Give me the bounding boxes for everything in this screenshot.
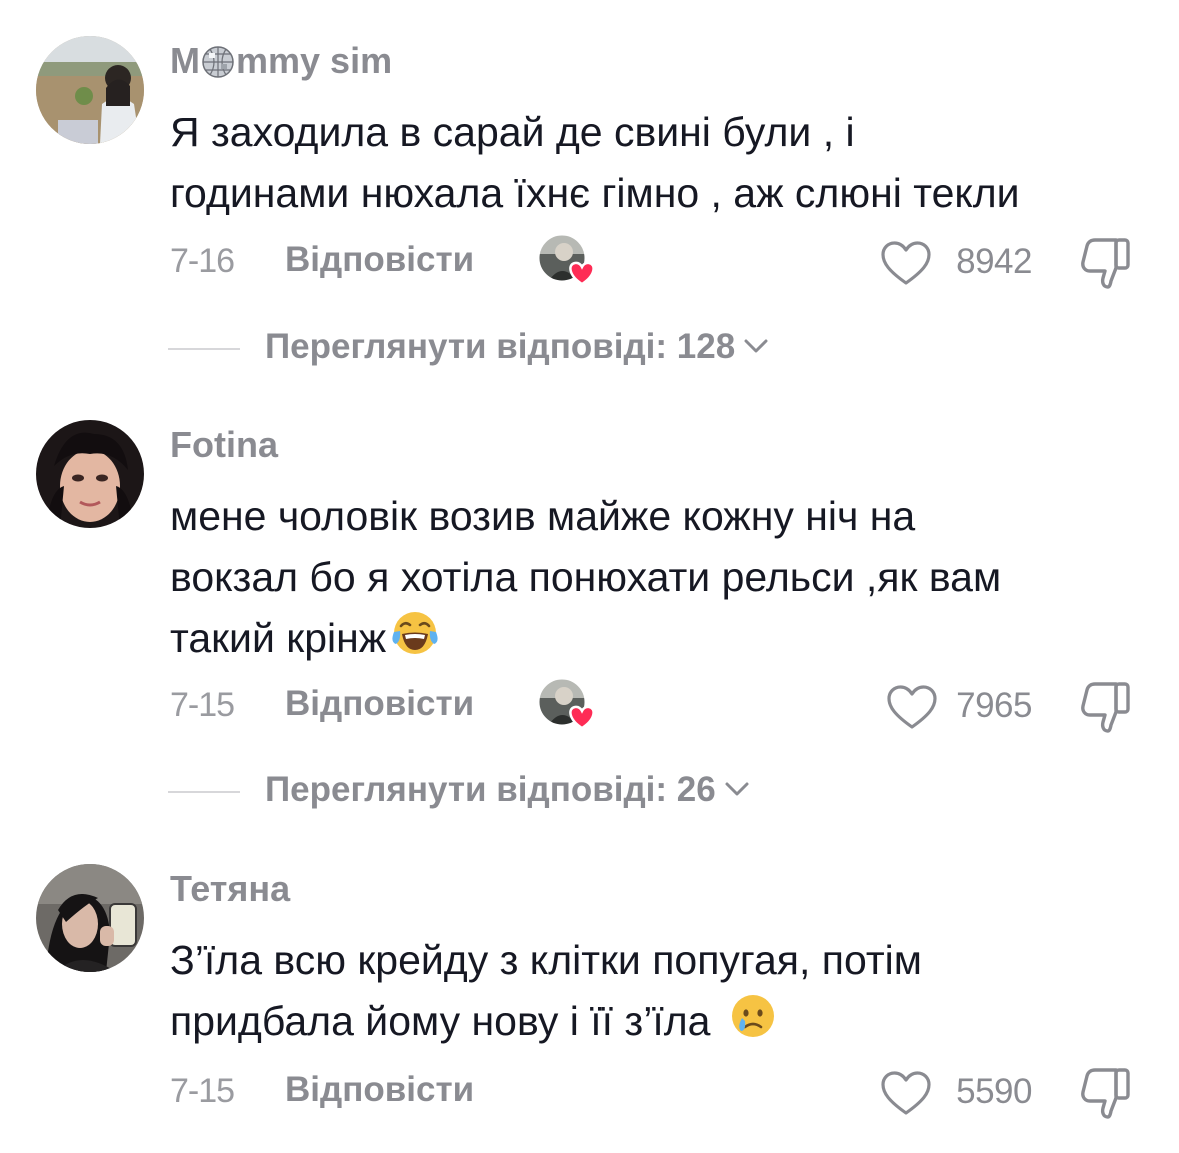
- thumbs-down-icon[interactable]: [1078, 1066, 1134, 1120]
- replies-divider: [168, 348, 240, 350]
- comment-line: такий крінж: [170, 608, 1150, 669]
- reply-button[interactable]: Відповісти: [285, 1070, 474, 1110]
- like-button[interactable]: 7965: [880, 682, 1036, 732]
- username-text: Fotina: [170, 424, 278, 465]
- comment-text: Я заходила в сарай де свині були , і год…: [170, 102, 1150, 224]
- avatar[interactable]: [36, 36, 144, 144]
- comment-date: 7-15: [170, 686, 235, 724]
- crying-face-icon: [732, 995, 775, 1037]
- thumbs-down-icon[interactable]: [1078, 236, 1134, 290]
- username[interactable]: M mmy sim: [170, 40, 392, 82]
- reply-button[interactable]: Відповісти: [285, 240, 474, 280]
- comment-actions: 7-15 Відповісти 5590: [0, 1064, 1179, 1124]
- comment-line: Я заходила в сарай де свині були , і: [170, 109, 855, 155]
- comment-line: З’їла всю крейду з клітки попугая, потім: [170, 937, 922, 983]
- like-count: 8942: [956, 242, 1032, 281]
- username-text-end: mmy sim: [236, 40, 393, 81]
- like-button[interactable]: 5590: [880, 1068, 1036, 1118]
- username-text-start: M: [170, 40, 200, 81]
- creator-liked-heart-icon: [538, 678, 595, 730]
- disco-ball-icon: [202, 46, 234, 78]
- comment-list: M mmy sim Я заходила в сарай де свині бу…: [0, 0, 1179, 1153]
- avatar[interactable]: [36, 864, 144, 972]
- like-count: 7965: [956, 686, 1032, 725]
- creator-liked-heart-icon: [538, 234, 595, 286]
- avatar[interactable]: [36, 420, 144, 528]
- heart-outline-icon: [881, 241, 931, 285]
- comment-text: З’їла всю крейду з клітки попугая, потім…: [170, 930, 1150, 1052]
- chevron-down-icon: [725, 782, 749, 796]
- comment-line: вокзал бо я хотіла понюхати рельси ,як в…: [170, 554, 1002, 600]
- username[interactable]: Тетяна: [170, 868, 290, 910]
- comment-text: мене чоловік возив майже кожну ніч на во…: [170, 486, 1150, 669]
- comment-actions: 7-15 Відповісти 7965: [0, 678, 1179, 738]
- chevron-down-icon: [744, 339, 768, 353]
- comment-date: 7-16: [170, 242, 235, 280]
- comment-line: мене чоловік возив майже кожну ніч на: [170, 493, 916, 539]
- thumbs-down-icon[interactable]: [1078, 680, 1134, 734]
- heart-outline-icon: [881, 1071, 931, 1115]
- reply-button[interactable]: Відповісти: [285, 684, 474, 724]
- comment-date: 7-15: [170, 1072, 235, 1110]
- replies-divider: [168, 791, 240, 793]
- comment-actions: 7-16 Відповісти 8942: [0, 234, 1179, 294]
- view-replies-label: Переглянути відповіді: 26: [265, 770, 750, 810]
- like-button[interactable]: 8942: [880, 238, 1036, 288]
- heart-outline-icon: [887, 685, 937, 729]
- username-text: Тетяна: [170, 868, 291, 909]
- view-replies-label: Переглянути відповіді: 128: [265, 327, 769, 367]
- comment-line: придбала йому нову і її з’їла: [170, 991, 1150, 1052]
- like-count: 5590: [956, 1072, 1032, 1111]
- face-with-tears-of-joy-icon: [392, 612, 438, 654]
- username[interactable]: Fotina: [170, 424, 278, 466]
- comment-line: годинами нюхала їхнє гімно , аж слюні те…: [170, 170, 1020, 216]
